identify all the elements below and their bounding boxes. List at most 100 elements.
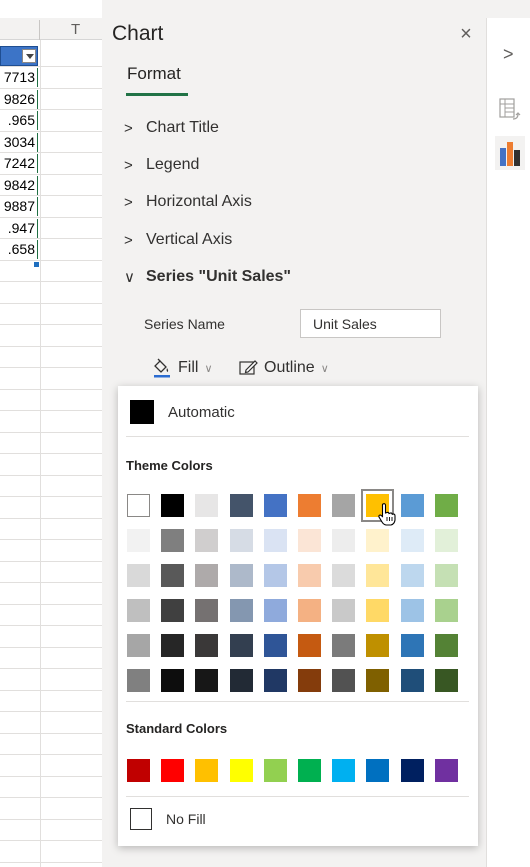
theme-color-swatch[interactable] (230, 494, 253, 517)
fill-tab-button[interactable]: Fill ∨ (152, 356, 213, 380)
standard-color-swatch[interactable] (366, 759, 389, 782)
pivot-table-icon[interactable] (499, 98, 521, 122)
theme-color-swatch[interactable] (401, 564, 424, 587)
outline-tab-button[interactable]: Outline ∨ (238, 356, 329, 380)
theme-color-swatch[interactable] (127, 564, 150, 587)
theme-color-swatch[interactable] (264, 669, 287, 692)
theme-color-swatch[interactable] (332, 529, 355, 552)
theme-color-swatch[interactable] (401, 599, 424, 622)
theme-color-swatch[interactable] (332, 599, 355, 622)
theme-color-swatch[interactable] (435, 669, 458, 692)
selection-fill-handle[interactable] (34, 262, 39, 267)
theme-color-swatch[interactable] (264, 529, 287, 552)
cell-value[interactable]: 9826 (0, 89, 38, 109)
filter-dropdown-button[interactable] (22, 49, 36, 63)
chevron-right-icon[interactable]: > (503, 44, 514, 65)
theme-color-swatch[interactable] (195, 669, 218, 692)
theme-color-swatch[interactable] (127, 669, 150, 692)
theme-color-swatch[interactable] (230, 634, 253, 657)
close-pane-button[interactable]: × (454, 22, 478, 46)
theme-color-swatch[interactable] (298, 599, 321, 622)
theme-color-swatch[interactable] (161, 494, 184, 517)
theme-color-swatch[interactable] (435, 634, 458, 657)
theme-color-swatch[interactable] (361, 489, 394, 522)
tab-format[interactable]: Format (127, 64, 181, 84)
cell-value[interactable]: 9887 (0, 197, 38, 216)
theme-color-swatch[interactable] (401, 634, 424, 657)
spreadsheet-grid[interactable]: T 7713 9826 .965 3034 7242 9842 9887 .947 .658 (0, 0, 102, 867)
theme-color-swatch[interactable] (230, 599, 253, 622)
theme-color-swatch[interactable] (298, 494, 321, 517)
standard-color-swatch[interactable] (161, 759, 184, 782)
column-divider[interactable] (39, 20, 40, 40)
theme-color-swatch[interactable] (401, 529, 424, 552)
theme-color-swatch[interactable] (195, 634, 218, 657)
no-fill-option[interactable]: No Fill (130, 808, 206, 830)
theme-color-swatch[interactable] (366, 634, 389, 657)
standard-color-swatch[interactable] (435, 759, 458, 782)
section-vertical-axis[interactable]: > Vertical Axis (124, 228, 232, 252)
cell-value[interactable]: 9842 (0, 175, 38, 195)
theme-color-swatch[interactable] (195, 529, 218, 552)
section-horizontal-axis[interactable]: > Horizontal Axis (124, 190, 252, 214)
cell-value[interactable]: .658 (0, 240, 38, 259)
theme-color-swatch[interactable] (161, 634, 184, 657)
cell-value[interactable]: 7713 (0, 68, 38, 87)
theme-color-swatch[interactable] (366, 564, 389, 587)
table-header-cell[interactable] (0, 46, 38, 66)
theme-color-swatch[interactable] (332, 634, 355, 657)
theme-color-swatch[interactable] (366, 599, 389, 622)
cell-value[interactable]: 3034 (0, 132, 38, 152)
theme-color-swatch[interactable] (332, 669, 355, 692)
theme-color-swatch[interactable] (127, 634, 150, 657)
theme-color-swatch[interactable] (298, 564, 321, 587)
theme-color-swatch[interactable] (161, 564, 184, 587)
theme-color-swatch[interactable] (161, 599, 184, 622)
cell-value[interactable]: .965 (0, 111, 38, 130)
standard-color-swatch[interactable] (298, 759, 321, 782)
section-chart-title[interactable]: > Chart Title (124, 116, 219, 140)
theme-color-swatch[interactable] (230, 669, 253, 692)
theme-color-swatch[interactable] (332, 494, 355, 517)
theme-color-swatch[interactable] (195, 564, 218, 587)
theme-color-swatch[interactable] (401, 669, 424, 692)
theme-color-swatch[interactable] (195, 599, 218, 622)
theme-color-swatch[interactable] (264, 564, 287, 587)
theme-color-swatch[interactable] (366, 529, 389, 552)
theme-color-swatch[interactable] (298, 669, 321, 692)
cell-value[interactable]: .947 (0, 218, 38, 238)
theme-color-swatch[interactable] (264, 634, 287, 657)
theme-color-swatch[interactable] (161, 529, 184, 552)
chart-panel-button[interactable] (495, 136, 525, 170)
theme-color-swatch[interactable] (127, 599, 150, 622)
section-series[interactable]: ∨ Series "Unit Sales" (124, 265, 291, 289)
standard-color-swatch[interactable] (264, 759, 287, 782)
theme-color-swatch[interactable] (435, 564, 458, 587)
theme-color-swatch[interactable] (435, 529, 458, 552)
theme-color-swatch[interactable] (264, 494, 287, 517)
theme-color-swatch[interactable] (127, 494, 150, 517)
standard-color-swatch[interactable] (332, 759, 355, 782)
theme-color-swatch[interactable] (195, 494, 218, 517)
column-header-t[interactable]: T (71, 21, 80, 38)
theme-color-swatch[interactable] (230, 529, 253, 552)
series-name-input[interactable] (300, 309, 441, 338)
theme-color-swatch[interactable] (127, 529, 150, 552)
cell-value[interactable]: 7242 (0, 154, 38, 173)
standard-color-swatch[interactable] (195, 759, 218, 782)
theme-color-swatch[interactable] (401, 494, 424, 517)
theme-color-swatch[interactable] (161, 669, 184, 692)
theme-color-swatch[interactable] (298, 529, 321, 552)
theme-color-swatch[interactable] (298, 634, 321, 657)
theme-color-swatch[interactable] (264, 599, 287, 622)
theme-color-swatch[interactable] (332, 564, 355, 587)
section-legend[interactable]: > Legend (124, 153, 199, 177)
theme-color-swatch[interactable] (435, 494, 458, 517)
theme-color-swatch[interactable] (366, 669, 389, 692)
theme-color-swatch[interactable] (230, 564, 253, 587)
standard-color-swatch[interactable] (230, 759, 253, 782)
standard-color-swatch[interactable] (401, 759, 424, 782)
standard-color-swatch[interactable] (127, 759, 150, 782)
theme-color-swatch[interactable] (435, 599, 458, 622)
automatic-color-option[interactable]: Automatic (130, 400, 235, 424)
